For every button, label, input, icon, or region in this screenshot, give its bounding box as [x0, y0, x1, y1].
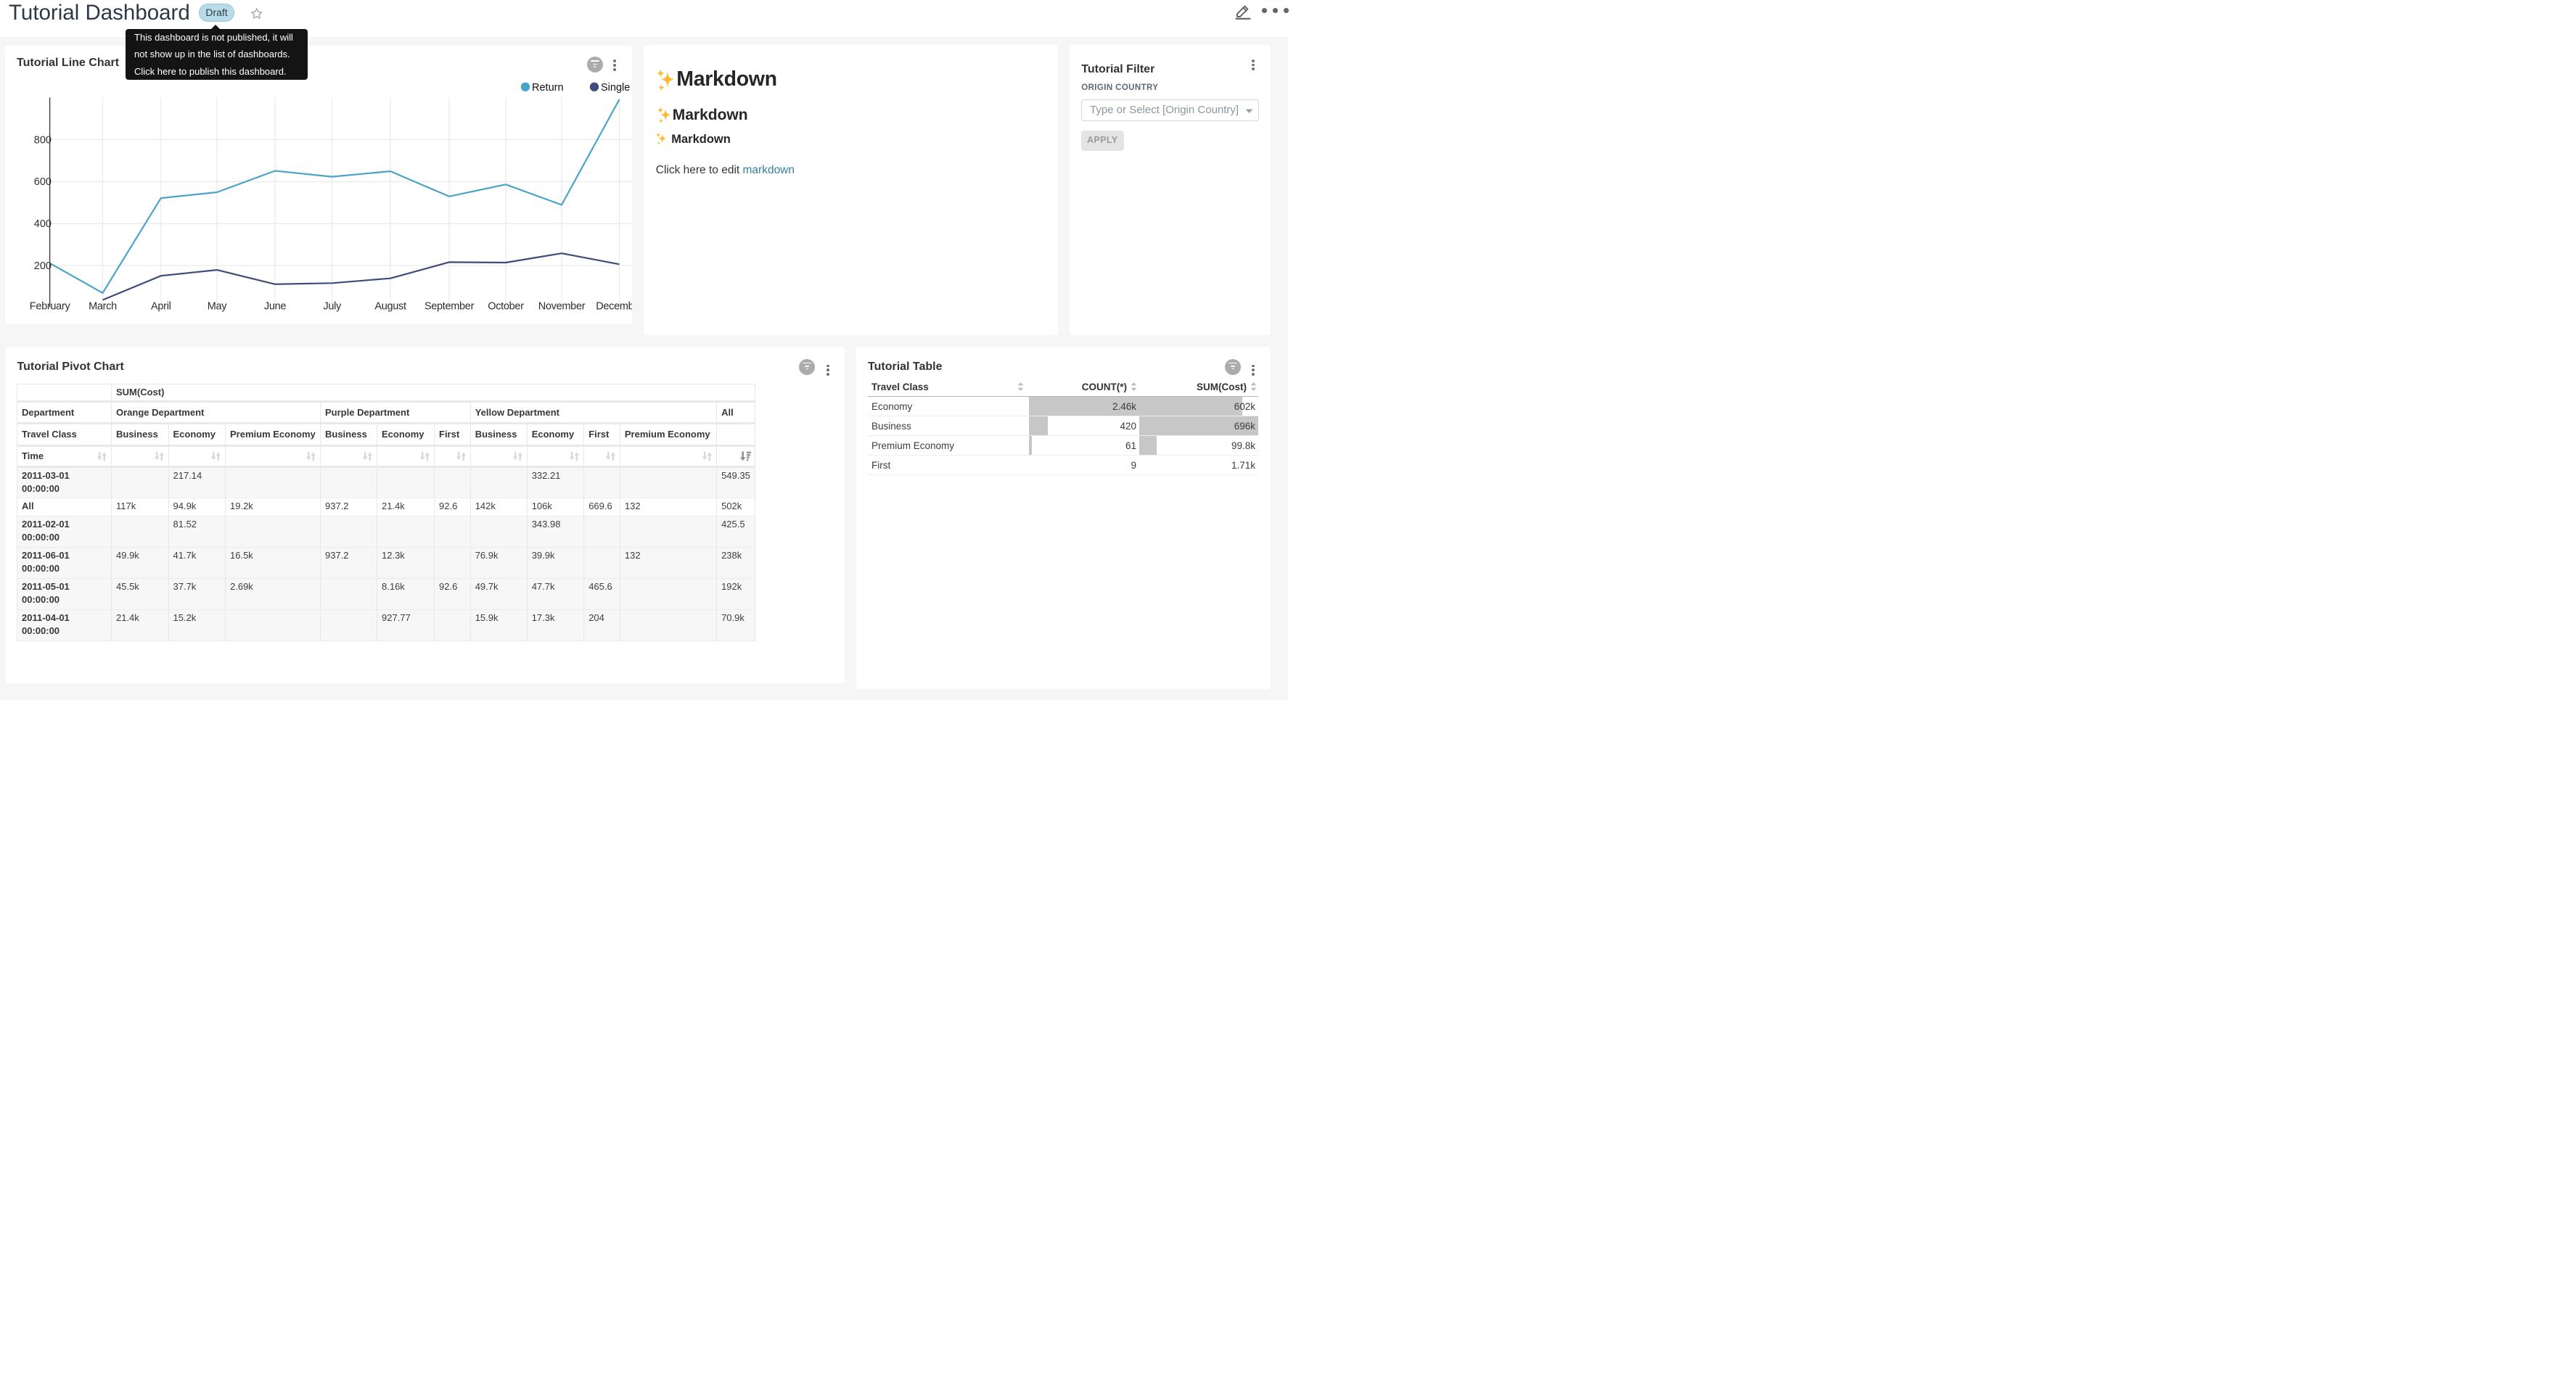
svg-text:July: July [323, 300, 342, 312]
svg-text:August: August [374, 300, 406, 312]
svg-text:September: September [424, 300, 475, 312]
svg-text:May: May [208, 300, 228, 312]
svg-text:Return: Return [532, 81, 564, 93]
svg-text:200: 200 [34, 260, 52, 271]
svg-text:April: April [151, 300, 171, 312]
svg-text:March: March [89, 300, 117, 312]
svg-text:November: November [538, 300, 586, 312]
svg-text:400: 400 [34, 218, 52, 230]
svg-text:December: December [596, 300, 632, 312]
svg-text:October: October [488, 300, 524, 312]
svg-text:June: June [264, 300, 286, 312]
svg-text:800: 800 [34, 134, 52, 146]
svg-text:February: February [30, 300, 71, 312]
svg-text:Single: Single [601, 81, 630, 93]
svg-text:600: 600 [34, 176, 52, 188]
